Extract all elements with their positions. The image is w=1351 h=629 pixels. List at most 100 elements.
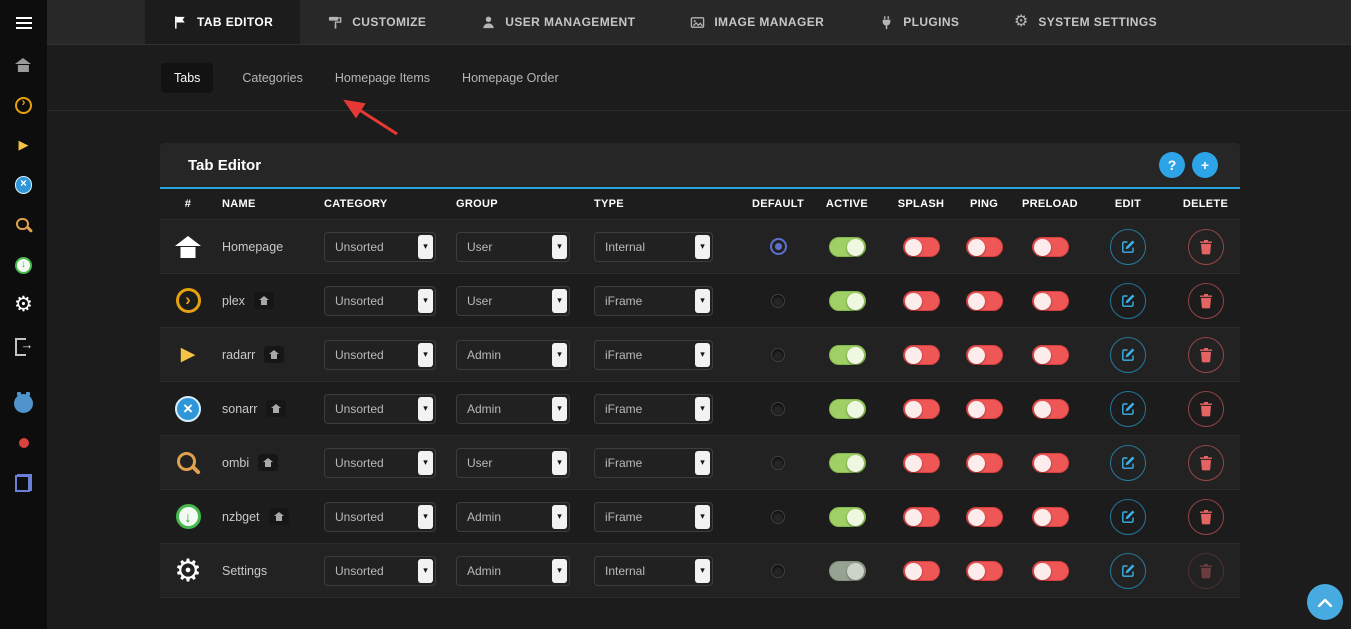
delete-button[interactable] [1188,391,1224,427]
category-select[interactable]: Unsorted ▾ [324,340,436,370]
sidebar-item-nzbget[interactable] [0,245,47,285]
group-select[interactable]: User ▾ [456,232,570,262]
category-select[interactable]: Unsorted ▾ [324,232,436,262]
active-toggle[interactable] [829,291,866,311]
subtab-categories[interactable]: Categories [239,63,305,93]
delete-button[interactable] [1188,499,1224,535]
sidebar-item-ombi[interactable] [0,205,47,245]
splash-toggle[interactable] [903,453,940,473]
category-select[interactable]: Unsorted ▾ [324,556,436,586]
type-select[interactable]: iFrame ▾ [594,448,713,478]
group-select[interactable]: Admin ▾ [456,502,570,532]
edit-button[interactable] [1110,553,1146,589]
edit-button[interactable] [1110,445,1146,481]
default-radio[interactable] [771,564,785,578]
preload-toggle[interactable] [1032,237,1069,257]
active-toggle[interactable] [829,561,866,581]
help-button[interactable]: ? [1159,152,1185,178]
active-toggle[interactable] [829,399,866,419]
ping-toggle[interactable] [966,561,1003,581]
type-select[interactable]: iFrame ▾ [594,394,713,424]
ping-toggle[interactable] [966,291,1003,311]
preload-toggle[interactable] [1032,561,1069,581]
preload-toggle[interactable] [1032,399,1069,419]
type-select[interactable]: iFrame ▾ [594,286,713,316]
type-select[interactable]: iFrame ▾ [594,340,713,370]
group-select[interactable]: User ▾ [456,448,570,478]
default-radio[interactable] [771,348,785,362]
active-toggle[interactable] [829,345,866,365]
tab-tab-editor[interactable]: TAB EDITOR [145,0,300,44]
tab-image-manager[interactable]: IMAGE MANAGER [662,0,851,44]
subtab-homepage-items[interactable]: Homepage Items [332,63,433,93]
default-radio[interactable] [770,238,787,255]
edit-button[interactable] [1110,337,1146,373]
ping-toggle[interactable] [966,507,1003,527]
splash-toggle[interactable] [903,399,940,419]
tab-customize[interactable]: CUSTOMIZE [300,0,453,44]
scroll-to-top-button[interactable] [1307,584,1343,620]
active-toggle[interactable] [829,237,866,257]
group-select[interactable]: Admin ▾ [456,340,570,370]
splash-toggle[interactable] [903,507,940,527]
sidebar-item-plex[interactable] [0,85,47,125]
splash-toggle[interactable] [903,561,940,581]
active-toggle[interactable] [829,453,866,473]
sidebar-item-radarr[interactable] [0,125,47,165]
group-select[interactable]: Admin ▾ [456,556,570,586]
group-select[interactable]: Admin ▾ [456,394,570,424]
subtab-homepage-order[interactable]: Homepage Order [459,63,562,93]
preload-toggle[interactable] [1032,345,1069,365]
category-select[interactable]: Unsorted ▾ [324,448,436,478]
category-select[interactable]: Unsorted ▾ [324,502,436,532]
splash-toggle[interactable] [903,237,940,257]
type-select[interactable]: Internal ▾ [594,556,713,586]
active-toggle[interactable] [829,507,866,527]
tab-plugins[interactable]: PLUGINS [851,0,986,44]
ping-toggle[interactable] [966,345,1003,365]
edit-button[interactable] [1110,499,1146,535]
edit-button[interactable] [1110,229,1146,265]
delete-button[interactable] [1188,553,1224,589]
sidebar-item-sonarr[interactable] [0,165,47,205]
default-radio[interactable] [771,456,785,470]
default-radio[interactable] [771,294,785,308]
panel-actions: ? + [1159,152,1218,178]
delete-button[interactable] [1188,283,1224,319]
add-tab-button[interactable]: + [1192,152,1218,178]
tab-user-management[interactable]: USER MANAGEMENT [453,0,662,44]
menu-button[interactable] [0,0,47,45]
delete-button[interactable] [1188,337,1224,373]
caret-down-icon: ▾ [552,397,567,421]
sidebar-item-home[interactable] [0,45,47,85]
sidebar-item-support[interactable] [0,423,47,463]
delete-button[interactable] [1188,229,1224,265]
splash-toggle[interactable] [903,345,940,365]
edit-button[interactable] [1110,283,1146,319]
sidebar-item-docs[interactable] [0,463,47,503]
sidebar-item-logout[interactable] [0,325,47,365]
delete-button[interactable] [1188,445,1224,481]
subtab-tabs[interactable]: Tabs [161,63,213,93]
default-radio[interactable] [771,510,785,524]
type-select[interactable]: iFrame ▾ [594,502,713,532]
splash-toggle[interactable] [903,291,940,311]
sidebar-item-github[interactable] [0,383,47,423]
ping-toggle[interactable] [966,399,1003,419]
preload-toggle[interactable] [1032,507,1069,527]
table-row: Homepage Unsorted ▾ User ▾ Internal ▾ [160,220,1240,274]
ping-toggle[interactable] [966,237,1003,257]
sidebar-item-settings[interactable] [0,285,47,325]
tab-icon [176,504,201,529]
tab-icon [175,236,201,258]
preload-toggle[interactable] [1032,453,1069,473]
group-select[interactable]: User ▾ [456,286,570,316]
preload-toggle[interactable] [1032,291,1069,311]
edit-button[interactable] [1110,391,1146,427]
ping-toggle[interactable] [966,453,1003,473]
type-select[interactable]: Internal ▾ [594,232,713,262]
category-select[interactable]: Unsorted ▾ [324,286,436,316]
default-radio[interactable] [771,402,785,416]
tab-system-settings[interactable]: ⚙ SYSTEM SETTINGS [986,0,1184,44]
category-select[interactable]: Unsorted ▾ [324,394,436,424]
